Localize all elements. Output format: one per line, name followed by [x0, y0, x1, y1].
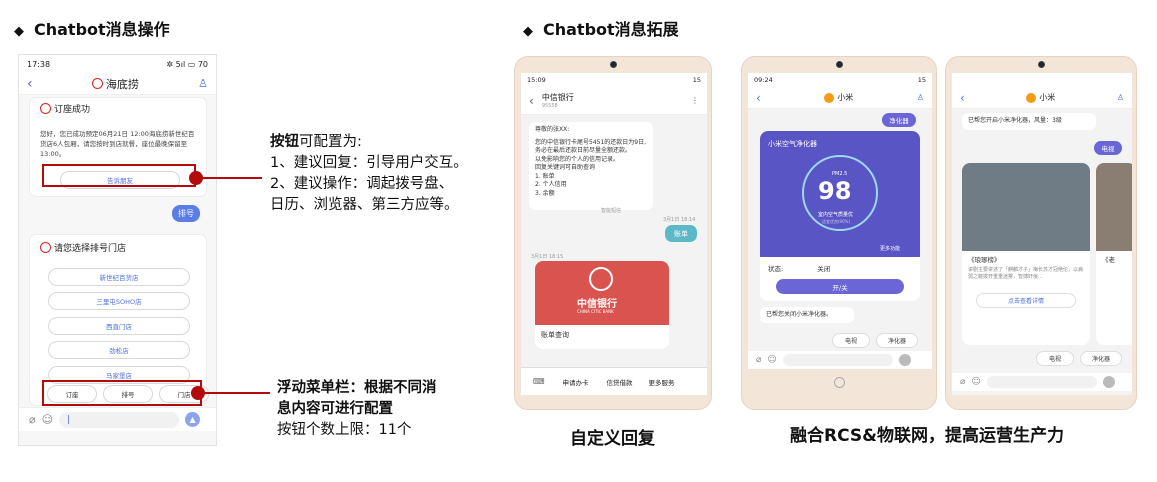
chat-title: 海底捞: [105, 77, 139, 91]
user-bubble: 净化器: [882, 113, 916, 127]
button-config-note: 按钮可配置为: 1、建议回复：引导用户交互。 2、建议操作：调起拨号盘、 日历、…: [270, 134, 468, 213]
caption-rcs-iot: 融合RCS&物联网，提高运营生产力: [790, 426, 1064, 446]
status-bar: 17:38 ✲ 5ıl ▭ 70: [19, 55, 216, 73]
user-bubble: 电视: [1094, 141, 1122, 155]
bill-query-label[interactable]: 账单查询: [535, 325, 669, 345]
xiaomi-screen-1: 09:24 15 ‹ 小米 ♙ 净化器 小米空气净化器 PM2.5 98 室内空气…: [748, 73, 932, 369]
xiaomi-logo-icon: [824, 92, 835, 103]
store-option[interactable]: 劲松店: [48, 341, 190, 359]
camera-icon: [1038, 61, 1045, 68]
chat-header: ‹ 海底捞 ♙: [19, 73, 216, 95]
profile-icon[interactable]: ♙: [1117, 93, 1124, 102]
view-details-button[interactable]: 点击查看详情: [976, 293, 1076, 308]
haidilao-logo-icon: [40, 103, 51, 114]
camera-icon: [836, 61, 843, 68]
attachment-icon[interactable]: ⌀: [29, 413, 36, 426]
chip-tv[interactable]: 电视: [1036, 351, 1074, 366]
chip-tv[interactable]: 电视: [832, 333, 870, 348]
tv-show-card: 《琅琊榜》 讲剧主要讲述了「麒麟才子」梅长苏才冠绝伦，以病弱之躯拨开重重迷雾，智…: [962, 163, 1090, 345]
emoji-icon[interactable]: ☺: [42, 413, 53, 426]
message-input[interactable]: [782, 354, 893, 366]
bank-message: 尊敬的张XX: 您的中信银行卡尾号5451的还款日为9日, 务必在最后还款日前尽…: [529, 122, 653, 210]
menu-more[interactable]: 更多服务: [649, 377, 675, 387]
back-icon[interactable]: ‹: [27, 76, 33, 92]
toggle-button[interactable]: 开/关: [776, 279, 904, 294]
show-poster: [1096, 163, 1132, 251]
connector-line: [200, 177, 262, 179]
send-icon[interactable]: [1102, 376, 1115, 388]
bot-reply: 已帮您关闭小米净化器。: [760, 307, 854, 323]
chat-header: ‹ 小米 ♙: [748, 87, 932, 109]
haidilao-logo-icon: [40, 242, 51, 253]
more-icon[interactable]: ⋮: [691, 96, 699, 105]
xiaomi-logo-icon: [1026, 92, 1037, 103]
back-icon[interactable]: ‹: [960, 91, 965, 105]
store-option[interactable]: 西直门店: [48, 317, 190, 335]
menu-apply-card[interactable]: 申请办卡: [563, 377, 589, 387]
input-bar: ⌀ ☺: [748, 351, 932, 369]
citic-phone: 15:09 15 ‹ 中信银行 95558 ⋮ 尊敬的张XX: 您的中信银行卡尾号5…: [514, 56, 712, 410]
diamond-bullet-icon: ◆: [14, 24, 24, 39]
xiaomi-phone-1: 09:24 15 ‹ 小米 ♙ 净化器 小米空气净化器 PM2.5 98 室内空气…: [741, 56, 937, 410]
send-icon[interactable]: [898, 354, 911, 366]
xiaomi-phone-2: ‹ 小米 ♙ 已帮您开启小米净化器，风量：3级 电视 《琅琊榜》 讲剧主要讲述了…: [945, 56, 1137, 410]
citic-logo-icon: [589, 267, 613, 291]
store-option[interactable]: 新世纪百货店: [48, 268, 190, 286]
profile-icon[interactable]: ♙: [917, 93, 924, 102]
tv-show-card-next: 《老: [1096, 163, 1132, 345]
menu-config-note: 浮动菜单栏：根据不同消 息内容可进行配置 按钮个数上限：11个: [277, 380, 437, 438]
store-option[interactable]: 三里屯SOHO店: [48, 292, 190, 310]
camera-icon: [610, 61, 617, 68]
user-bubble: 排号: [172, 205, 200, 222]
citic-screen: 15:09 15 ‹ 中信银行 95558 ⋮ 尊敬的张XX: 您的中信银行卡尾号5…: [521, 73, 707, 395]
chat-header: ‹ 小米 ♙: [952, 87, 1132, 109]
chat-header: ‹ 中信银行 95558 ⋮: [521, 87, 707, 115]
right-section-title: ◆ Chatbot消息拓展: [523, 20, 679, 39]
pm-value: 98: [818, 177, 852, 205]
message-input[interactable]: |: [59, 411, 180, 428]
chip-purifier[interactable]: 净化器: [1080, 351, 1122, 366]
button-highlight-box: [42, 164, 196, 187]
back-icon[interactable]: ‹: [756, 91, 761, 105]
connector-line: [204, 392, 270, 394]
menu-loan[interactable]: 信贷借款: [607, 377, 633, 387]
emoji-icon[interactable]: ☺: [971, 377, 980, 387]
input-bar: ⌀ ☺ | ▲: [19, 407, 216, 431]
xiaomi-screen-2: ‹ 小米 ♙ 已帮您开启小米净化器，风量：3级 电视 《琅琊榜》 讲剧主要讲述了…: [952, 73, 1132, 395]
bank-menu: ⌨ 申请办卡 信贷借款 更多服务: [521, 367, 707, 395]
attachment-icon[interactable]: ⌀: [756, 355, 761, 365]
input-bar: ⌀ ☺: [952, 373, 1132, 391]
chip-purifier[interactable]: 净化器: [876, 333, 918, 348]
message-input[interactable]: [986, 376, 1097, 388]
profile-icon[interactable]: ♙: [198, 77, 208, 90]
diamond-bullet-icon: ◆: [523, 24, 533, 39]
keyboard-icon[interactable]: ⌨: [533, 377, 545, 386]
menu-highlight-box: [42, 380, 202, 406]
left-section-title: ◆ Chatbot消息操作: [14, 20, 170, 39]
haidilao-logo-icon: [91, 78, 103, 89]
home-button[interactable]: [834, 377, 845, 388]
bill-card: 中信银行 CHINA CITIC BANK 账单查询: [535, 261, 669, 349]
show-poster: [962, 163, 1090, 251]
caption-custom-reply: 自定义回复: [570, 429, 655, 449]
booking-text: 您好，您已成功预定06月21日 12:00海底捞新世纪百货店6人包厢，请您按时到…: [40, 130, 195, 158]
purifier-card: 小米空气净化器 PM2.5 98 室内空气质量优 适宜优良(90%) 更多功能 …: [760, 131, 920, 301]
send-icon[interactable]: ▲: [185, 412, 201, 427]
bot-message: 已帮您开启小米净化器，风量：3级: [962, 113, 1096, 130]
connector-dot: [191, 386, 205, 400]
emoji-icon[interactable]: ☺: [767, 355, 776, 365]
more-functions-link[interactable]: 更多功能: [880, 245, 900, 252]
attachment-icon[interactable]: ⌀: [960, 377, 965, 387]
back-icon[interactable]: ‹: [529, 94, 534, 108]
user-bubble: 账单: [665, 225, 697, 242]
citic-banner: 中信银行 CHINA CITIC BANK: [535, 261, 669, 325]
